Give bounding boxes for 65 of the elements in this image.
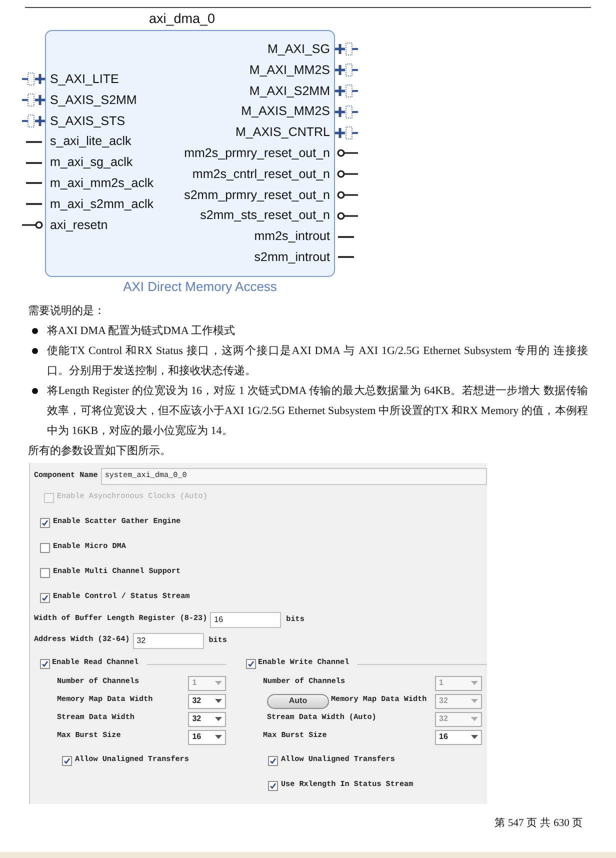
bullet-icon [32,388,38,394]
paragraph: 需要说明的是： [28,304,106,319]
checkbox[interactable] [246,659,256,669]
port-label: S_AXIS_S2MM [50,92,137,109]
port-label: mm2s_prmry_reset_out_n [184,145,330,162]
port-label: m_axi_s2mm_aclk [50,196,154,213]
reset-port-icon [334,148,358,158]
bullet-icon [32,348,38,354]
bus-port-icon [334,126,358,140]
port-label: m_axi_mm2s_aclk [50,175,154,192]
block-title: axi_dma_0 [148,10,216,28]
dropdown[interactable]: 32 [188,712,226,726]
checkbox[interactable] [62,756,72,766]
port-label: M_AXIS_CNTRL [236,124,330,142]
bus-port-icon [22,72,46,86]
bus-port-icon [22,93,46,108]
reset-port-icon [334,169,358,180]
bus-port-icon [22,114,46,128]
bullet-text: 将AXI DMA 配置为链式DMA 工作模式 [47,324,236,339]
port-label: S_AXI_LITE [50,71,119,88]
dropdown[interactable]: 32 [188,694,226,708]
port-label: s2mm_prmry_reset_out_n [184,186,330,204]
port-label: M_AXI_SG [267,41,330,58]
checkbox[interactable] [268,781,278,791]
bullet-text: 将Length Register 的位宽设为 16，对应 1 次链式DMA 传输的最大总数据量为 64KB。若想进一步增大 数据传输效率，可将位宽设大，但不应该小于AXI 1G/2.5G Ethernet Subsystem 中所设置的TX 和RX Memory 的值，本例程中为 16KB，对应的最小位宽应为 14。 [47,384,588,439]
number-field[interactable]: 32 [132,632,204,648]
checkbox[interactable] [40,659,50,669]
bullet-icon [32,328,38,334]
port-label: M_AXI_MM2S [249,62,330,79]
paragraph: 所有的参数设置如下图所示。 [28,444,172,459]
bullet-text: 使能TX Control 和RX Status 接口，这两个接口是AXI DMA 与 AXI 1G/2.5G Ethernet Subsystem 专用的 连接接口。分别用于发送控制，和接收状态传递。 [47,344,588,379]
checkbox[interactable] [40,518,50,528]
reset-port-icon [334,210,358,221]
port-label: M_AXI_S2MM [249,82,330,100]
number-field[interactable]: 16 [210,612,282,628]
bus-port-icon [334,63,358,78]
reset-port-icon [334,190,358,200]
caret-icon [215,681,222,685]
port-label: axi_resetn [50,216,108,234]
caret-icon [471,699,478,703]
caret-icon [215,717,222,721]
bus-port-icon [334,84,358,98]
checkbox[interactable] [40,593,50,603]
bus-port-icon [334,104,358,119]
checkbox[interactable] [268,756,278,766]
dropdown[interactable]: 16 [188,730,226,744]
dropdown[interactable]: 16 [435,730,482,744]
caret-icon [215,735,222,739]
page-number: 第 547 页 共 630 页 [494,816,583,831]
port-label: s2mm_introut [254,248,330,266]
caret-icon [471,681,478,685]
caret-icon [471,735,478,739]
checkbox[interactable] [40,543,50,553]
port-label: s2mm_sts_reset_out_n [200,207,330,224]
bus-port-icon [334,42,358,56]
port-label: S_AXIS_STS [50,112,126,130]
caret-icon [471,717,478,721]
caret-icon [215,699,222,703]
port-label: m_axi_sg_aclk [50,154,133,172]
port-label: mm2s_cntrl_reset_out_n [192,166,330,183]
port-label: M_AXIS_MM2S [241,103,330,120]
port-label: s_axi_lite_aclk [50,133,132,150]
checkbox[interactable] [40,568,50,578]
block-caption: AXI Direct Memory Access [123,278,277,296]
port-label: mm2s_introut [254,228,330,246]
